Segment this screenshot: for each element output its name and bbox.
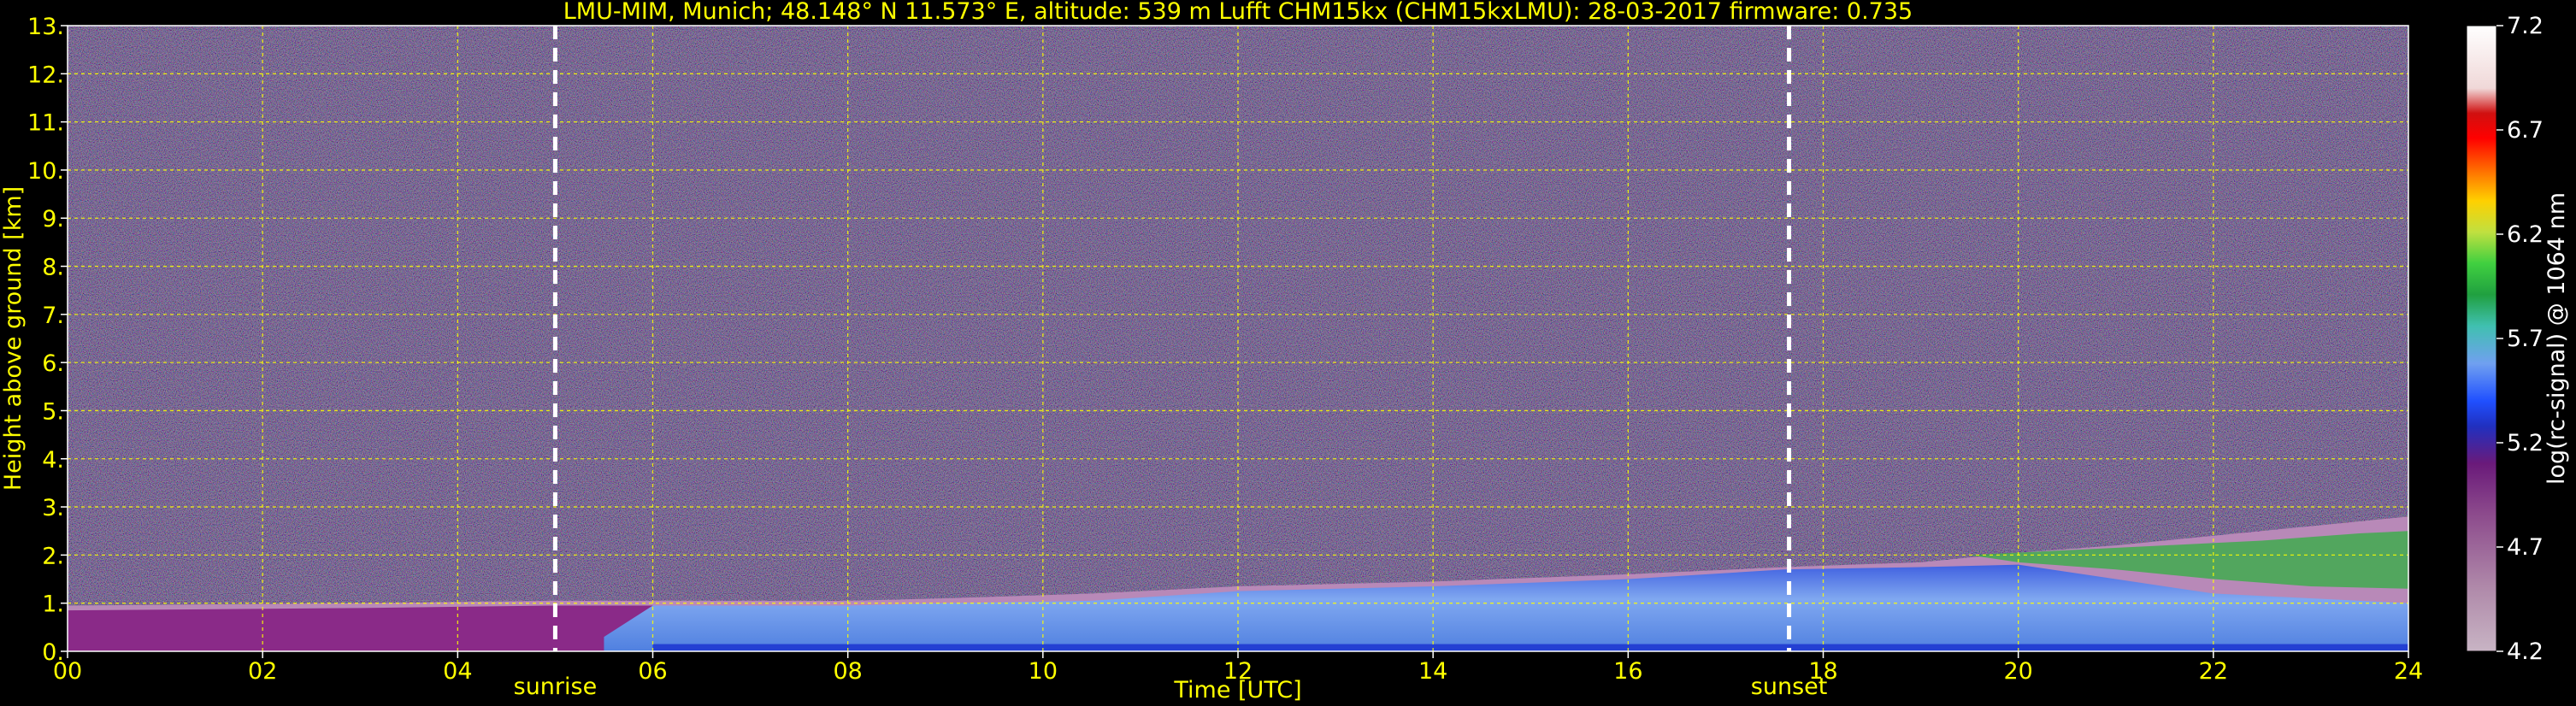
- y-tick-label: 2.: [42, 543, 64, 569]
- y-tick-label: 4.: [42, 447, 64, 474]
- y-tick-label: 13.: [27, 14, 64, 40]
- x-tick-label: 18: [1808, 658, 1837, 685]
- colorbar-label: log(rc-signal) @ 1064 nm: [2544, 192, 2570, 485]
- colorbar-scale: [2466, 25, 2497, 652]
- y-axis-label: Height above ground [km]: [0, 186, 27, 491]
- x-tick-label: 22: [2199, 658, 2228, 685]
- y-tick-label: 11.: [27, 110, 64, 137]
- x-tick-label: 24: [2394, 658, 2423, 685]
- y-tick-label: 3.: [42, 495, 64, 521]
- sunrise-label: sunrise: [514, 674, 598, 700]
- x-tick-label: 10: [1029, 658, 1058, 685]
- y-tick-label: 12.: [27, 62, 64, 88]
- near-ground-layer: [652, 644, 2408, 651]
- y-tick-label: 6.: [42, 350, 64, 377]
- colorbar-tick-label: 6.7: [2507, 117, 2544, 144]
- y-tick-label: 10.: [27, 158, 64, 185]
- x-tick-label: 06: [638, 658, 667, 685]
- colorbar-tick-label: 4.7: [2507, 534, 2544, 561]
- y-tick-label: 8.: [42, 255, 64, 281]
- colorbar-tick-label: 4.2: [2507, 638, 2544, 665]
- colorbar-tick-label: 6.2: [2507, 221, 2544, 248]
- y-tick-label: 9.: [42, 206, 64, 232]
- x-tick-label: 04: [443, 658, 472, 685]
- colorbar-tick-label: 7.2: [2507, 13, 2544, 39]
- y-tick-label: 5.: [42, 398, 64, 425]
- x-tick-label: 20: [2003, 658, 2032, 685]
- y-axis: 0. 1. 2. 3. 4. 5. 6. 7. 8. 9. 10. 11. 12. 13.: [27, 14, 68, 666]
- y-tick-label: 0.: [42, 639, 64, 666]
- x-tick-label: 02: [248, 658, 277, 685]
- lidar-backscatter-chart: sunrise sunset 00 02 04 06 08 10 12 14 16 18 20 22 24…: [0, 0, 2570, 703]
- colorbar: 4.2 4.7 5.2 5.7 6.2 6.7 7.2 log(rc-signal) @ 1…: [2466, 13, 2570, 665]
- colorbar-ticks: 4.2 4.7 5.2 5.7 6.2 6.7 7.2: [2496, 13, 2544, 665]
- colorbar-tick-label: 5.2: [2507, 430, 2544, 456]
- x-tick-label: 16: [1613, 658, 1642, 685]
- colorbar-tick-label: 5.7: [2507, 326, 2544, 352]
- y-tick-label: 7.: [42, 303, 64, 329]
- plot-area: [68, 26, 2408, 651]
- x-axis-label: Time [UTC]: [1173, 677, 1301, 703]
- x-tick-label: 14: [1418, 658, 1447, 685]
- chart-title: LMU-MIM, Munich; 48.148° N 11.573° E, al…: [563, 0, 1913, 25]
- x-tick-label: 08: [833, 658, 862, 685]
- y-tick-label: 1.: [42, 591, 64, 618]
